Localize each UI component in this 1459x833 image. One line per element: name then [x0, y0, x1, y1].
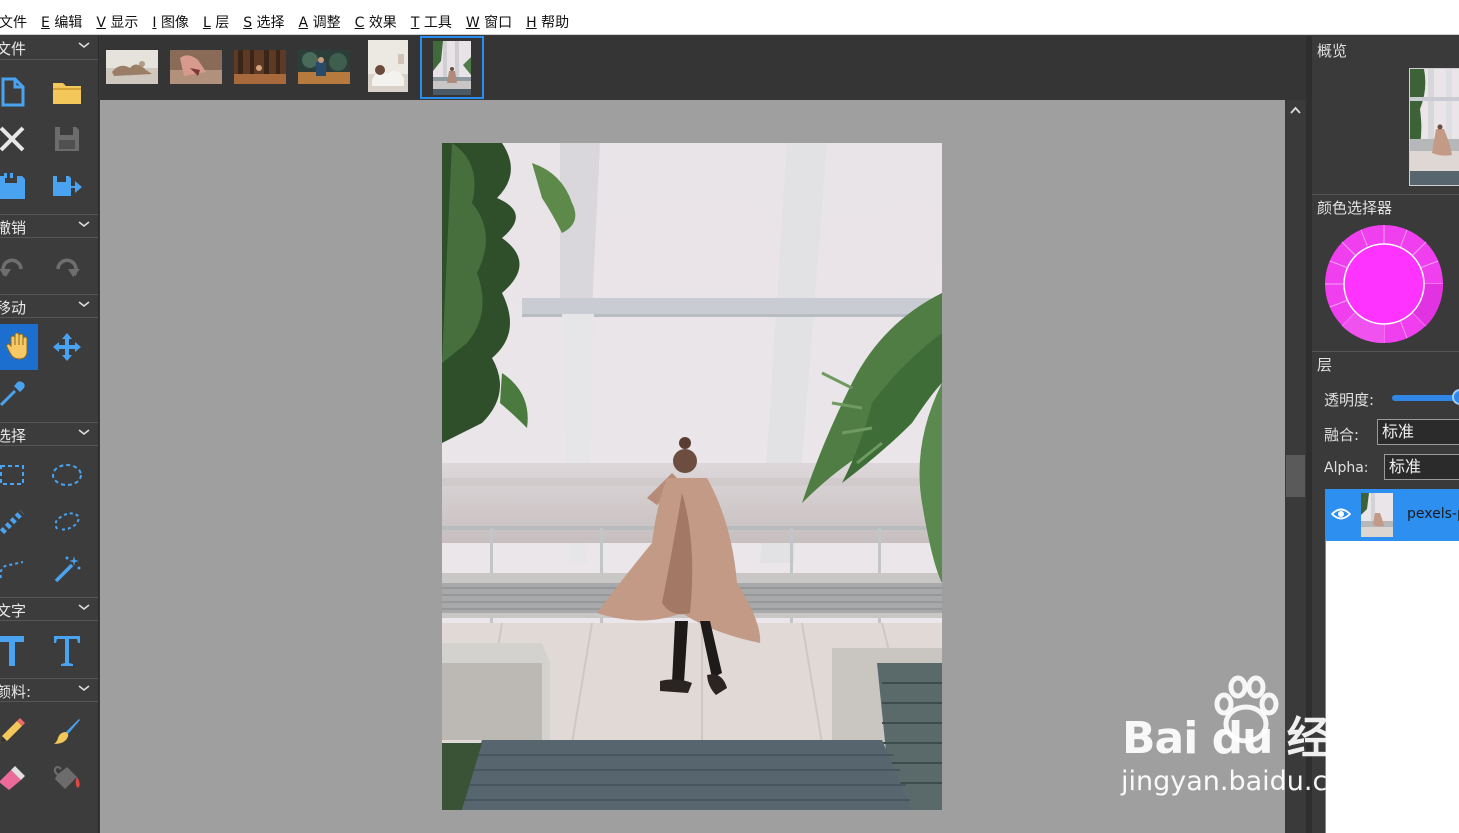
menu-view[interactable]: V 显示	[96, 12, 138, 32]
layers-title: 层	[1317, 356, 1333, 374]
image-thumbnail[interactable]	[170, 50, 222, 84]
layer-thumbnail	[1361, 493, 1393, 537]
opacity-slider[interactable]	[1392, 395, 1459, 401]
menu-tools[interactable]: T 工具	[411, 12, 452, 32]
alpha-label: Alpha:	[1324, 460, 1369, 476]
brush-icon[interactable]	[48, 708, 86, 754]
hand-pan-icon[interactable]	[0, 324, 38, 370]
image-thumbnail[interactable]	[368, 40, 408, 92]
magic-wand-icon[interactable]	[48, 546, 86, 592]
text-bold-icon[interactable]	[0, 628, 31, 674]
alpha-mode-select[interactable]: 标准	[1384, 454, 1459, 480]
current-color-swatch[interactable]	[1343, 243, 1425, 325]
move-arrows-icon[interactable]	[48, 324, 86, 370]
new-file-icon[interactable]	[0, 69, 31, 115]
section-label: 移动	[0, 299, 27, 317]
section-label: 文件	[0, 40, 27, 58]
export-icon[interactable]	[48, 163, 86, 209]
right-panel: 概览 颜色选择器 层 透明度: 融合: 标准 Alpha: 标准 pexels-	[1312, 36, 1459, 833]
ellipse-select-icon[interactable]	[48, 452, 86, 498]
opacity-slider-knob[interactable]	[1452, 389, 1459, 405]
scroll-up-icon[interactable]	[1290, 106, 1301, 114]
toolbox-section-undo[interactable]: 撤销	[0, 214, 98, 238]
section-divider	[1312, 194, 1459, 195]
scrollbar-thumb[interactable]	[1286, 455, 1305, 497]
chevron-down-icon	[78, 604, 90, 611]
chevron-down-icon	[78, 221, 90, 228]
open-images-strip	[100, 36, 1306, 100]
line-select-icon[interactable]	[0, 499, 31, 545]
toolbox-section-select[interactable]: 选择	[0, 422, 98, 446]
toolbox-section-paint[interactable]: 颜料:	[0, 678, 98, 702]
rect-select-icon[interactable]	[0, 452, 31, 498]
save-as-icon[interactable]	[0, 163, 31, 209]
blend-label: 融合:	[1324, 426, 1360, 444]
section-divider	[1312, 351, 1459, 352]
menu-adjust[interactable]: A 调整	[299, 12, 341, 32]
color-wheel[interactable]	[1324, 224, 1444, 344]
menu-help[interactable]: H 帮助	[526, 12, 569, 32]
save-icon[interactable]	[48, 116, 86, 162]
menu-bar: 文件 E 编辑 V 显示 I 图像 L 层 S 选择 A 调整 C 效果 T 工…	[0, 0, 1459, 35]
menu-file[interactable]: 文件	[0, 12, 27, 32]
redo-icon[interactable]	[48, 245, 86, 291]
canvas-photo[interactable]	[442, 143, 942, 810]
lasso-icon[interactable]	[48, 499, 86, 545]
image-thumbnail[interactable]	[106, 50, 158, 84]
open-folder-icon[interactable]	[48, 69, 86, 115]
color-picker-title: 颜色选择器	[1317, 199, 1393, 217]
chevron-down-icon	[78, 301, 90, 308]
image-thumbnail[interactable]	[298, 50, 350, 84]
polygon-lasso-icon[interactable]	[0, 546, 31, 592]
toolbox: 文件 撤销 移动 选择	[0, 36, 99, 833]
layer-row[interactable]: pexels-p	[1325, 489, 1459, 541]
text-serif-icon[interactable]	[48, 628, 86, 674]
menu-window[interactable]: W 窗口	[466, 12, 512, 32]
blend-mode-select[interactable]: 标准	[1377, 419, 1459, 445]
eraser-icon[interactable]	[0, 755, 31, 801]
close-icon[interactable]	[0, 116, 31, 162]
image-thumbnail-selected[interactable]	[420, 36, 484, 99]
vertical-scrollbar[interactable]	[1285, 100, 1306, 833]
menu-effects[interactable]: C 效果	[355, 12, 397, 32]
menu-select[interactable]: S 选择	[243, 12, 284, 32]
toolbox-section-file[interactable]: 文件	[0, 36, 98, 60]
overview-preview[interactable]	[1409, 68, 1459, 186]
section-label: 选择	[0, 427, 27, 445]
chevron-down-icon	[78, 685, 90, 692]
section-label: 撤销	[0, 219, 27, 237]
section-label: 颜料:	[0, 683, 32, 701]
eye-visibility-icon[interactable]	[1331, 507, 1351, 521]
section-label: 文字	[0, 602, 27, 620]
image-thumbnail[interactable]	[234, 50, 286, 84]
toolbox-section-text[interactable]: 文字	[0, 597, 98, 621]
title-strip	[0, 0, 1459, 6]
menu-edit[interactable]: E 编辑	[41, 12, 82, 32]
eyedropper-icon[interactable]	[0, 371, 31, 417]
selected-thumbnail-preview	[433, 41, 471, 95]
undo-icon[interactable]	[0, 245, 31, 291]
toolbox-section-move[interactable]: 移动	[0, 294, 98, 318]
menu-items: 文件 E 编辑 V 显示 I 图像 L 层 S 选择 A 调整 C 效果 T 工…	[0, 12, 583, 32]
chevron-down-icon	[78, 429, 90, 436]
layer-name: pexels-p	[1407, 506, 1459, 522]
menu-layer[interactable]: L 层	[203, 12, 229, 32]
menu-image[interactable]: I 图像	[152, 12, 189, 32]
layer-list[interactable]	[1325, 541, 1459, 833]
chevron-down-icon	[78, 42, 90, 49]
opacity-label: 透明度:	[1324, 391, 1375, 409]
pencil-icon[interactable]	[0, 708, 31, 754]
paint-bucket-icon[interactable]	[48, 755, 86, 801]
overview-title: 概览	[1317, 42, 1348, 60]
